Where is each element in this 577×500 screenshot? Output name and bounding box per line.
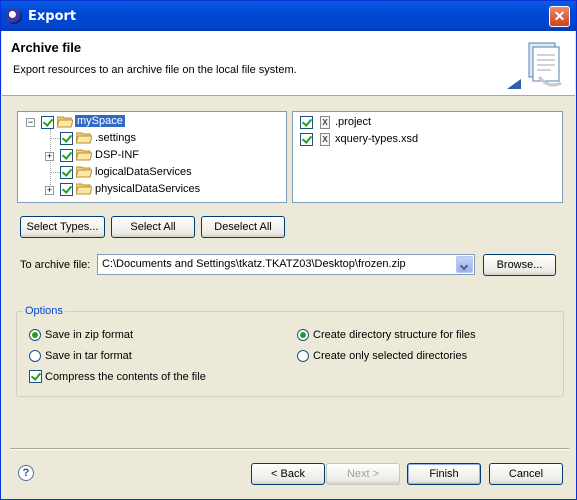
tree-item-root[interactable]: − mySpace <box>18 114 278 130</box>
file-checkbox[interactable] <box>300 133 313 146</box>
create-dir-structure-label[interactable]: Create directory structure for files <box>313 329 476 341</box>
file-label: .project <box>335 116 372 128</box>
xml-file-icon: X <box>320 116 330 129</box>
folder-open-icon <box>76 166 92 178</box>
title-bar[interactable]: Export ✕ <box>1 1 576 31</box>
tree-item-label: .settings <box>95 132 136 144</box>
tree-item-dsp-inf[interactable]: + DSP-INF <box>18 148 278 164</box>
compress-label[interactable]: Compress the contents of the file <box>45 371 206 383</box>
list-item[interactable]: X xquery-types.xsd <box>293 131 553 147</box>
tree-item-physical-data-services[interactable]: + physicalDataServices <box>18 182 278 198</box>
tree-checkbox[interactable] <box>41 116 54 129</box>
tree-checkbox[interactable] <box>60 183 73 196</box>
select-types-button[interactable]: Select Types... <box>20 216 105 238</box>
cancel-button[interactable]: Cancel <box>489 463 563 485</box>
tree-item-label: logicalDataServices <box>95 166 192 178</box>
file-label: xquery-types.xsd <box>335 133 419 145</box>
create-selected-dirs-label[interactable]: Create only selected directories <box>313 350 467 362</box>
tree-item-label: physicalDataServices <box>95 183 201 195</box>
archive-file-value: C:\Documents and Settings\tkatz.TKATZ03\… <box>102 258 406 270</box>
archive-file-combo[interactable]: C:\Documents and Settings\tkatz.TKATZ03\… <box>97 254 475 275</box>
zip-format-radio[interactable] <box>29 329 41 341</box>
compress-checkbox[interactable] <box>29 370 42 383</box>
archive-export-icon <box>507 42 562 89</box>
window-title: Export <box>28 9 77 24</box>
next-button[interactable]: Next > <box>326 463 400 485</box>
chevron-down-icon[interactable] <box>456 256 473 273</box>
folder-open-icon <box>76 183 92 195</box>
help-icon[interactable]: ? <box>18 465 34 481</box>
file-checkbox[interactable] <box>300 116 313 129</box>
back-button[interactable]: < Back <box>251 463 325 485</box>
expand-icon[interactable]: + <box>45 152 54 161</box>
folder-open-icon <box>76 149 92 161</box>
folder-open-icon <box>57 116 73 128</box>
tree-item-logical-data-services[interactable]: logicalDataServices <box>18 165 278 181</box>
tar-format-radio[interactable] <box>29 350 41 362</box>
browse-button[interactable]: Browse... <box>483 254 556 276</box>
collapse-icon[interactable]: − <box>26 118 35 127</box>
tree-item-label: DSP-INF <box>95 149 139 161</box>
list-item[interactable]: X .project <box>293 114 553 130</box>
zip-format-label[interactable]: Save in zip format <box>45 329 133 341</box>
file-list[interactable]: X .project X xquery-types.xsd <box>292 111 563 203</box>
tree-checkbox[interactable] <box>60 149 73 162</box>
create-selected-dirs-radio[interactable] <box>297 350 309 362</box>
tree-item-settings[interactable]: .settings <box>18 131 278 147</box>
export-dialog: Export ✕ Archive file Export resources t… <box>0 0 577 500</box>
folder-tree[interactable]: − mySpace .settings + DSP-INF logicalDat… <box>17 111 287 203</box>
page-description: Export resources to an archive file on t… <box>13 64 297 76</box>
eclipse-icon <box>6 8 22 24</box>
tree-checkbox[interactable] <box>60 132 73 145</box>
create-dir-structure-radio[interactable] <box>297 329 309 341</box>
tree-checkbox[interactable] <box>60 166 73 179</box>
tree-item-label: mySpace <box>75 115 125 127</box>
footer-separator <box>10 448 569 450</box>
close-button[interactable]: ✕ <box>549 6 570 27</box>
expand-icon[interactable]: + <box>45 186 54 195</box>
page-title: Archive file <box>11 40 82 55</box>
archive-file-label: To archive file: <box>20 259 91 271</box>
tar-format-label[interactable]: Save in tar format <box>45 350 132 362</box>
finish-button[interactable]: Finish <box>407 463 481 485</box>
deselect-all-button[interactable]: Deselect All <box>201 216 285 238</box>
select-all-button[interactable]: Select All <box>111 216 195 238</box>
folder-open-icon <box>76 132 92 144</box>
xml-file-icon: X <box>320 133 330 146</box>
options-legend: Options <box>23 305 65 317</box>
wizard-banner: Archive file Export resources to an arch… <box>2 31 575 96</box>
